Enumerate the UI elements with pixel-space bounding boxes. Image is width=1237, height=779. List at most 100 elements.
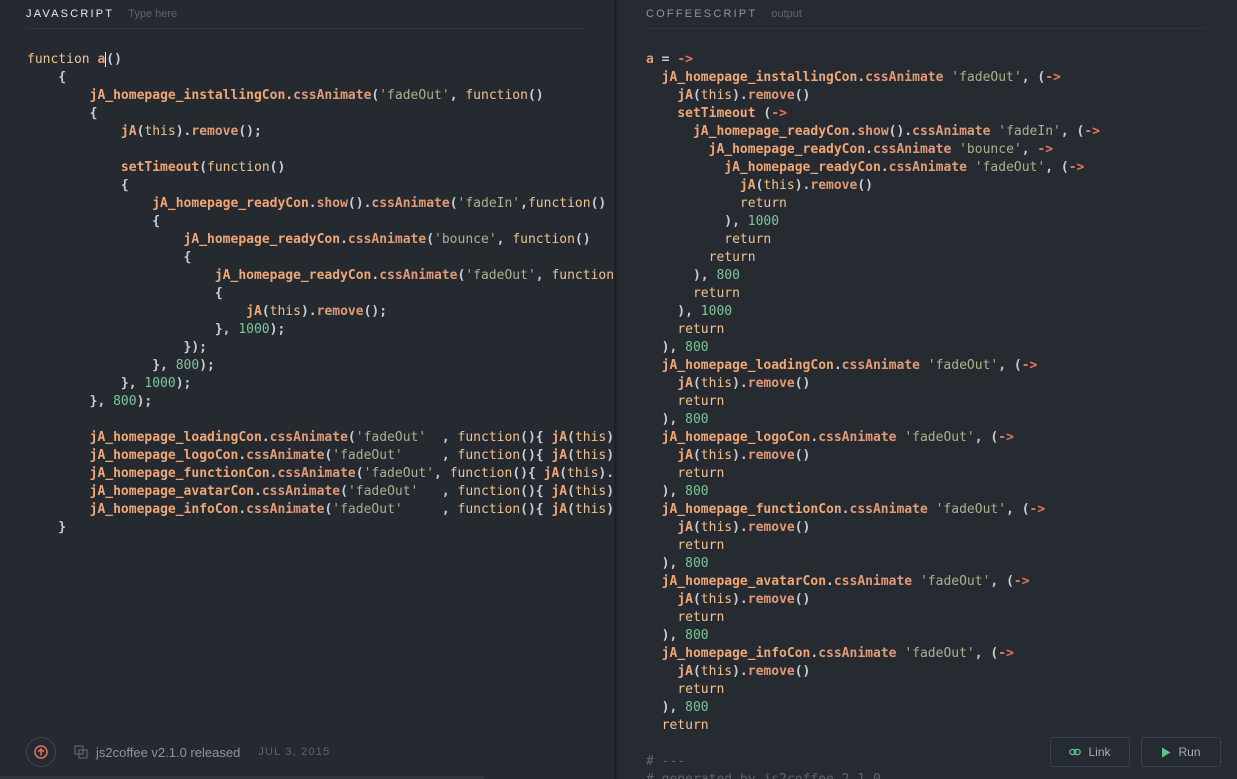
code-token: this — [269, 304, 301, 319]
code-token: jA — [551, 448, 568, 463]
coffeescript-code-line: ), 800 — [646, 627, 1100, 645]
code-token: cssAnimate — [246, 502, 325, 517]
code-token: (){ — [520, 484, 552, 499]
code-token: }, — [27, 322, 239, 337]
code-token: ); — [175, 376, 192, 391]
javascript-code-line — [27, 411, 614, 429]
code-token: , ( — [1060, 124, 1085, 139]
code-token: cssAnimate — [912, 124, 991, 139]
code-token: 800 — [685, 628, 709, 643]
code-token: 800 — [175, 358, 200, 373]
link-button-label: Link — [1088, 745, 1111, 759]
code-token: remove — [191, 124, 239, 139]
code-token: jA_homepage_functionCon — [661, 502, 842, 517]
code-token: ).remove(); }, 800); — [606, 448, 614, 463]
code-token: -> — [998, 646, 1014, 661]
code-token: function — [27, 52, 90, 67]
javascript-code-line: { — [27, 105, 614, 123]
code-token: jA — [551, 502, 568, 517]
code-token: this — [567, 466, 599, 481]
javascript-code-line: setTimeout(function() — [27, 159, 614, 177]
code-token: () — [105, 52, 122, 67]
code-token: ), — [646, 700, 686, 715]
code-token: . — [833, 358, 842, 373]
code-token: return — [677, 394, 725, 409]
code-token: 800 — [685, 556, 709, 571]
code-token: jA — [246, 304, 262, 319]
javascript-code-line: jA_homepage_functionCon.cssAnimate('fade… — [27, 465, 614, 483]
code-token: () — [794, 88, 811, 103]
code-token: . — [880, 160, 889, 175]
code-token: , ( — [998, 358, 1022, 373]
code-token: ), — [646, 484, 686, 499]
code-token: jA_homepage_logoCon — [661, 430, 811, 445]
code-token: , — [1021, 142, 1038, 157]
code-token: . — [340, 232, 348, 247]
code-token: (); — [238, 124, 262, 139]
code-token: 'fadeOut' — [332, 502, 403, 517]
javascript-code-line: jA(this).remove(); — [27, 123, 614, 141]
javascript-code-line: }); — [27, 339, 614, 357]
code-token: }, — [27, 376, 145, 391]
code-token: ). — [732, 376, 748, 391]
link-button[interactable]: Link — [1050, 737, 1130, 767]
javascript-code-line: { — [27, 213, 614, 231]
code-token: jA — [677, 520, 693, 535]
code-token: jA_homepage_loadingCon — [661, 358, 834, 373]
code-token: { — [27, 214, 161, 229]
code-token: jA_homepage_infoCon — [89, 502, 239, 517]
javascript-pane: JAVASCRIPT Type here function a() { jA_h… — [0, 0, 614, 779]
run-button[interactable]: Run — [1141, 737, 1221, 767]
code-token: cssAnimate — [873, 142, 952, 157]
code-token: = — [653, 52, 678, 67]
coffeescript-code-line: return — [646, 249, 1100, 267]
coffeescript-placeholder: output — [771, 8, 802, 20]
code-token: ), — [646, 412, 686, 427]
code-token: (){ — [520, 448, 552, 463]
coffeescript-code-line: jA(this).remove() — [646, 87, 1100, 105]
code-token: -> — [1029, 502, 1046, 517]
code-token: jA_homepage_loadingCon — [89, 430, 262, 445]
code-token: () — [794, 448, 811, 463]
code-token: 'fadeIn' — [998, 124, 1061, 139]
code-token: (). — [888, 124, 913, 139]
code-token: this — [700, 520, 733, 535]
scroll-top-button[interactable] — [26, 737, 56, 767]
coffeescript-code-line: return — [646, 681, 1100, 699]
code-token: ). — [732, 520, 748, 535]
javascript-code-line: jA_homepage_readyCon.show().cssAnimate('… — [27, 195, 614, 213]
arrow-up-icon — [34, 745, 48, 759]
code-token: jA — [551, 484, 568, 499]
code-token: jA — [677, 448, 693, 463]
code-token: jA_homepage_readyCon — [724, 160, 881, 175]
javascript-editor[interactable]: function a() { jA_homepage_installingCon… — [27, 51, 614, 537]
code-token: return — [677, 538, 725, 553]
javascript-code-line: { — [27, 249, 614, 267]
coffeescript-output[interactable]: a = -> jA_homepage_installingCon.cssAnim… — [646, 51, 1100, 779]
code-token: } — [27, 520, 67, 535]
news-headline[interactable]: js2coffee v2.1.0 released — [96, 745, 240, 760]
code-token: cssAnimate — [347, 232, 427, 247]
coffeescript-code-line: ), 800 — [646, 267, 1100, 285]
coffeescript-code-line: # --- — [646, 753, 1100, 771]
code-token: ).remove(); }, 800); — [606, 430, 614, 445]
code-token: { — [27, 178, 129, 193]
code-token: (){ — [512, 466, 544, 481]
code-token: cssAnimate — [865, 70, 944, 85]
code-token: cssAnimate — [269, 430, 348, 445]
code-token: jA — [677, 664, 693, 679]
code-token: remove — [747, 448, 795, 463]
code-token: 'fadeOut' — [935, 502, 1007, 517]
code-token: -> — [1068, 160, 1085, 175]
